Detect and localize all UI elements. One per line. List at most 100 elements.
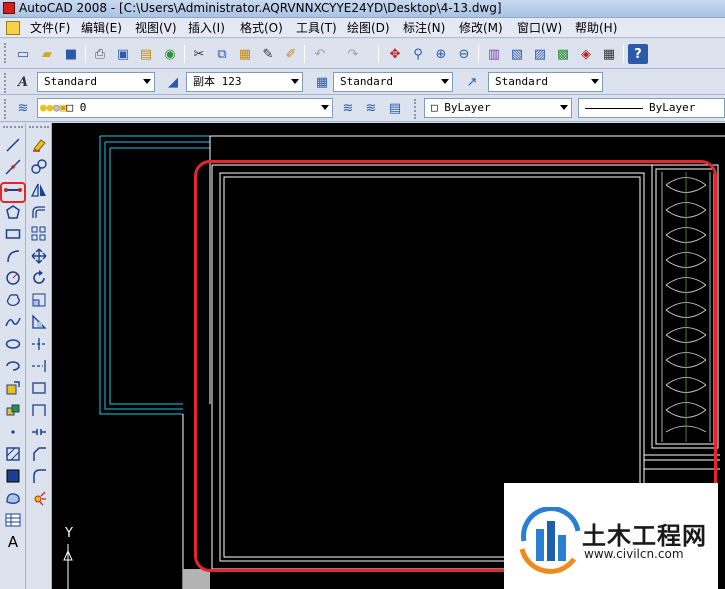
text-style-select[interactable]: Standard (37, 72, 155, 92)
gradient-icon[interactable] (2, 466, 24, 486)
3d-dwf-icon[interactable]: ◉ (160, 44, 180, 64)
offset-icon[interactable] (28, 202, 50, 222)
make-block-icon[interactable] (2, 400, 24, 420)
explode-icon[interactable] (28, 488, 50, 508)
join-icon[interactable] (28, 422, 50, 442)
plot-preview-icon[interactable]: ▣ (113, 44, 133, 64)
hatch-icon[interactable] (2, 444, 24, 464)
menu-view[interactable]: 视图(V) (135, 20, 177, 36)
linetype-select[interactable]: ByLayer (578, 98, 725, 118)
move-icon[interactable] (28, 246, 50, 266)
toolbar-grip[interactable] (3, 126, 23, 129)
erase-icon[interactable] (28, 135, 50, 155)
new-icon[interactable]: ▭ (13, 44, 33, 64)
line-icon[interactable] (2, 135, 24, 155)
dim-style-value: 副本 123 (193, 75, 242, 88)
chevron-down-icon (591, 79, 599, 84)
chevron-down-icon (441, 79, 449, 84)
pan-icon[interactable]: ✥ (385, 44, 405, 64)
open-icon[interactable]: ▰ (37, 44, 57, 64)
color-swatch-icon: □ (66, 101, 74, 114)
help-icon[interactable]: ? (628, 44, 648, 64)
table-icon[interactable] (2, 510, 24, 530)
publish-icon[interactable]: ▤ (136, 44, 156, 64)
layer-previous-icon[interactable]: ≋ (362, 99, 380, 117)
menu-help[interactable]: 帮助(H) (575, 20, 617, 36)
array-icon[interactable] (28, 224, 50, 244)
insert-block-icon[interactable] (2, 378, 24, 398)
toolbar-grip[interactable] (4, 43, 7, 63)
rectangle-icon[interactable] (2, 224, 24, 244)
table-style-icon[interactable]: ▦ (313, 73, 331, 91)
toolbar-grip[interactable] (29, 126, 49, 129)
rotate-icon[interactable] (28, 268, 50, 288)
menu-draw[interactable]: 绘图(D) (347, 20, 390, 36)
layer-states-icon[interactable]: ▤ (386, 99, 404, 117)
zoom-previous-icon[interactable]: ⊖ (454, 44, 474, 64)
tool-palettes-icon[interactable]: ▨ (530, 44, 550, 64)
break-at-point-icon[interactable] (28, 378, 50, 398)
extend-icon[interactable] (28, 356, 50, 376)
menu-tools[interactable]: 工具(T) (296, 20, 337, 36)
save-icon[interactable]: ■ (61, 44, 81, 64)
paste-icon[interactable]: ▦ (235, 44, 255, 64)
match-properties-icon[interactable]: ✎ (258, 44, 278, 64)
trim-icon[interactable] (28, 334, 50, 354)
watermark-title: 土木工程网 (582, 522, 707, 550)
toolbar-grip[interactable] (4, 73, 7, 93)
break-icon[interactable] (28, 400, 50, 420)
multileader-style-icon[interactable]: ↗ (463, 73, 481, 91)
ellipse-arc-icon[interactable] (2, 356, 24, 376)
layer-select[interactable]: ●●◍▣□ 0 (37, 98, 333, 118)
toolbar-grip[interactable] (4, 99, 7, 119)
menu-dimension[interactable]: 标注(N) (403, 20, 445, 36)
chamfer-icon[interactable] (28, 444, 50, 464)
copy-icon[interactable]: ⧉ (212, 44, 232, 64)
design-center-icon[interactable]: ▧ (507, 44, 527, 64)
cut-icon[interactable]: ✂ (189, 44, 209, 64)
ucs-y-label: Y (65, 526, 73, 541)
toolbar-grip[interactable] (414, 99, 417, 119)
zoom-window-icon[interactable]: ⊕ (431, 44, 451, 64)
spline-icon[interactable] (2, 312, 24, 332)
sheet-set-icon[interactable]: ▩ (553, 44, 573, 64)
zoom-realtime-icon[interactable]: ⚲ (408, 44, 428, 64)
color-select[interactable]: □ ByLayer (424, 98, 572, 118)
document-icon[interactable] (6, 21, 20, 35)
dim-style-select[interactable]: 副本 123 (186, 72, 303, 92)
make-current-layer-icon[interactable]: ≋ (339, 99, 357, 117)
construction-line-icon[interactable] (2, 157, 24, 177)
copy-object-icon[interactable] (28, 157, 50, 177)
multiline-text-icon[interactable]: A (2, 532, 24, 552)
layer-manager-icon[interactable]: ≋ (14, 99, 32, 117)
scale-icon[interactable] (28, 290, 50, 310)
arc-icon[interactable] (2, 246, 24, 266)
menu-window[interactable]: 窗口(W) (517, 20, 562, 36)
menu-format[interactable]: 格式(O) (240, 20, 283, 36)
text-style-icon[interactable]: A (14, 73, 32, 91)
circle-icon[interactable] (2, 268, 24, 288)
markup-icon[interactable]: ◈ (576, 44, 596, 64)
ellipse-icon[interactable] (2, 334, 24, 354)
properties-icon[interactable]: ▥ (484, 44, 504, 64)
polyline-icon[interactable] (2, 180, 24, 200)
revision-cloud-icon[interactable] (2, 290, 24, 310)
multileader-style-select[interactable]: Standard (488, 72, 603, 92)
dim-style-icon[interactable]: ◢ (164, 73, 182, 91)
table-style-select[interactable]: Standard (333, 72, 453, 92)
region-icon[interactable] (2, 488, 24, 508)
polygon-icon[interactable] (2, 202, 24, 222)
fillet-icon[interactable] (28, 466, 50, 486)
redo-icon[interactable]: ↷ (343, 44, 363, 64)
undo-icon[interactable]: ↶ (310, 44, 330, 64)
print-icon[interactable]: ⎙ (90, 44, 110, 64)
menu-file[interactable]: 文件(F) (30, 20, 70, 36)
block-editor-icon[interactable]: ✐ (281, 44, 301, 64)
point-icon[interactable] (2, 422, 24, 442)
menu-edit[interactable]: 编辑(E) (81, 20, 122, 36)
mirror-icon[interactable] (28, 180, 50, 200)
stretch-icon[interactable] (28, 312, 50, 332)
menu-modify[interactable]: 修改(M) (459, 20, 503, 36)
menu-insert[interactable]: 插入(I) (188, 20, 225, 36)
calculator-icon[interactable]: ▦ (599, 44, 619, 64)
